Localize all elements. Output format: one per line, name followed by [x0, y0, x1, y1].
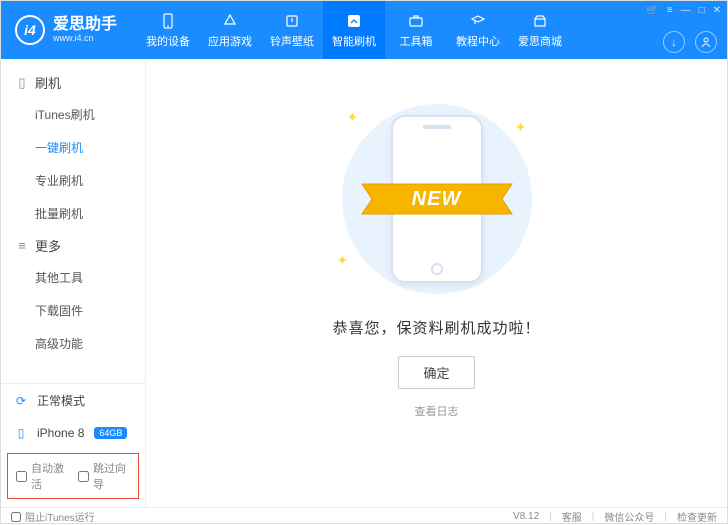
sidebar-item-firmware[interactable]: 下载固件: [35, 294, 145, 327]
window-controls: 🛒 ≡ — □ ✕: [646, 5, 721, 16]
menu-icon[interactable]: ≡: [667, 5, 673, 16]
user-controls: ↓: [663, 31, 717, 53]
footer-link-update[interactable]: 检查更新: [677, 509, 717, 524]
option-checkboxes: 自动激活 跳过向导: [7, 453, 139, 499]
nav-my-device[interactable]: 我的设备: [137, 1, 199, 59]
user-button[interactable]: [695, 31, 717, 53]
storage-badge: 64GB: [94, 427, 127, 439]
phone-icon: ▯: [15, 75, 29, 91]
sidebar-item-itunes[interactable]: iTunes刷机: [35, 98, 145, 131]
nav-toolbox[interactable]: 工具箱: [385, 1, 447, 59]
cart-icon[interactable]: 🛒: [646, 5, 658, 16]
footer-link-support[interactable]: 客服: [562, 509, 582, 524]
apps-icon: [221, 12, 239, 30]
minimize-icon[interactable]: —: [681, 5, 691, 16]
device-info[interactable]: ▯iPhone 864GB: [1, 417, 145, 449]
sidebar-item-batch[interactable]: 批量刷机: [35, 197, 145, 230]
refresh-icon: ⟳: [13, 393, 29, 409]
version-label: V8.12: [513, 511, 539, 522]
store-icon: [531, 12, 549, 30]
sidebar-item-pro[interactable]: 专业刷机: [35, 164, 145, 197]
new-ribbon: NEW: [352, 176, 522, 222]
phone-small-icon: ▯: [13, 425, 29, 441]
nav-store[interactable]: 爱思商城: [509, 1, 571, 59]
flash-icon: [345, 12, 363, 30]
logo-icon: i4: [15, 15, 45, 45]
header: i4 爱思助手 www.i4.cn 我的设备 应用游戏 铃声壁纸 智能刷机 工具…: [1, 1, 727, 59]
more-icon: ≡: [15, 238, 29, 253]
app-url: www.i4.cn: [53, 34, 117, 44]
sidebar: ▯刷机 iTunes刷机 一键刷机 专业刷机 批量刷机 ≡更多 其他工具 下载固…: [1, 59, 146, 507]
footer-link-wechat[interactable]: 微信公众号: [604, 509, 654, 524]
confirm-button[interactable]: 确定: [398, 356, 474, 389]
tutorial-icon: [469, 12, 487, 30]
logo: i4 爱思助手 www.i4.cn: [1, 15, 131, 45]
sidebar-item-oneclick[interactable]: 一键刷机: [35, 131, 145, 164]
sidebar-group-flash[interactable]: ▯刷机: [1, 67, 145, 98]
sidebar-group-more[interactable]: ≡更多: [1, 230, 145, 261]
top-nav: 我的设备 应用游戏 铃声壁纸 智能刷机 工具箱 教程中心 爱思商城: [137, 1, 571, 59]
footer: 阻止iTunes运行 V8.12| 客服| 微信公众号| 检查更新: [1, 507, 727, 525]
device-mode[interactable]: ⟳正常模式: [1, 384, 145, 417]
toolbox-icon: [407, 12, 425, 30]
music-icon: [283, 12, 301, 30]
auto-activate-checkbox[interactable]: 自动激活: [16, 460, 68, 492]
success-illustration: ✦ ✦ ✦ NEW: [317, 99, 557, 299]
success-message: 恭喜您，保资料刷机成功啦！: [332, 317, 540, 338]
maximize-icon[interactable]: □: [699, 5, 705, 16]
close-icon[interactable]: ✕: [713, 5, 721, 16]
app-name: 爱思助手: [53, 16, 117, 34]
device-icon: [159, 12, 177, 30]
skip-guide-checkbox[interactable]: 跳过向导: [78, 460, 130, 492]
nav-tutorials[interactable]: 教程中心: [447, 1, 509, 59]
view-log-link[interactable]: 查看日志: [415, 403, 459, 419]
nav-apps[interactable]: 应用游戏: [199, 1, 261, 59]
main-content: ✦ ✦ ✦ NEW 恭喜您，保资料刷机成功啦！ 确定 查看日志: [146, 59, 727, 507]
sidebar-item-tools[interactable]: 其他工具: [35, 261, 145, 294]
sidebar-item-advanced[interactable]: 高级功能: [35, 327, 145, 360]
block-itunes-checkbox[interactable]: 阻止iTunes运行: [11, 509, 95, 524]
nav-ringtones[interactable]: 铃声壁纸: [261, 1, 323, 59]
download-button[interactable]: ↓: [663, 31, 685, 53]
nav-flash[interactable]: 智能刷机: [323, 1, 385, 59]
